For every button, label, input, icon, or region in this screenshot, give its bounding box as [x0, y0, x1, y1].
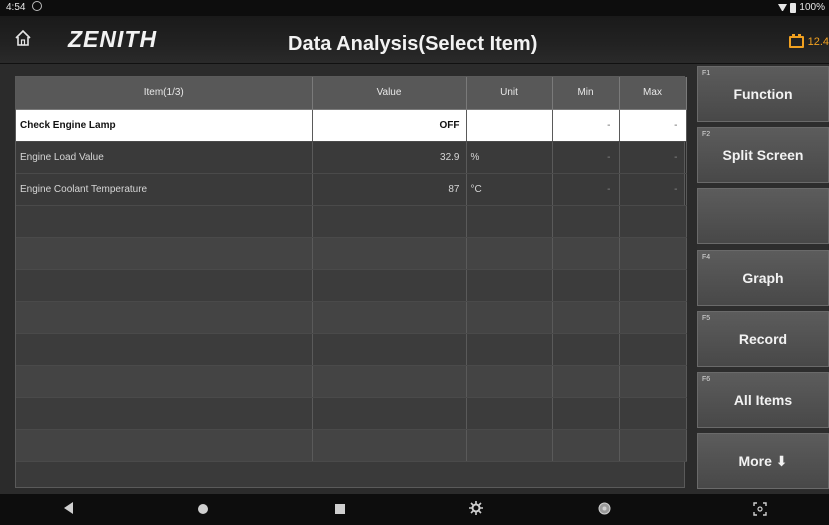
- row-min: -: [552, 141, 620, 174]
- column-header-max[interactable]: Max: [619, 77, 687, 110]
- row-max: -: [619, 173, 687, 206]
- empty-row: [16, 205, 687, 238]
- table-row[interactable]: Check Engine Lamp OFF - -: [16, 109, 687, 142]
- page-title: Data Analysis(Select Item): [288, 33, 538, 55]
- graph-button-label: Graph: [742, 270, 784, 286]
- row-value: 87: [312, 173, 467, 206]
- vehicle-voltage: 12.4: [788, 34, 829, 48]
- battery-icon: [790, 2, 797, 13]
- empty-function-button[interactable]: [697, 188, 829, 244]
- row-item: Check Engine Lamp: [16, 109, 313, 142]
- split-screen-button-label: Split Screen: [722, 147, 804, 163]
- row-unit: °C: [466, 173, 553, 206]
- system-nav-bar: [0, 494, 829, 525]
- brand-logo: ZENITH: [68, 26, 158, 52]
- row-unit: %: [466, 141, 553, 174]
- wifi-icon: [778, 4, 788, 11]
- camera-status-icon: [32, 1, 42, 11]
- row-value: 32.9: [312, 141, 467, 174]
- screen: 4:54 100% ZENITH Data Analysis(Select It…: [0, 0, 829, 525]
- row-value: OFF: [312, 109, 467, 142]
- function-key-label: F1: [702, 70, 711, 77]
- row-max: -: [619, 109, 687, 142]
- function-button-label: Function: [733, 86, 793, 102]
- column-header-min[interactable]: Min: [552, 77, 620, 110]
- status-right: 100%: [778, 2, 825, 13]
- row-unit: [466, 109, 553, 142]
- screenshot-icon[interactable]: [753, 502, 767, 516]
- empty-row: [16, 397, 687, 430]
- status-time: 4:54: [6, 2, 26, 13]
- graph-button[interactable]: F4 Graph: [697, 250, 829, 306]
- empty-row: [16, 333, 687, 366]
- function-key-label: F2: [702, 131, 711, 138]
- function-button[interactable]: F1 Function: [697, 66, 829, 122]
- all-items-button-label: All Items: [733, 392, 793, 408]
- row-min: -: [552, 173, 620, 206]
- record-button[interactable]: F5 Record: [697, 311, 829, 367]
- row-max: -: [619, 141, 687, 174]
- back-icon[interactable]: [64, 502, 73, 514]
- column-header-unit[interactable]: Unit: [466, 77, 553, 110]
- column-header-value[interactable]: Value: [312, 77, 467, 110]
- table-header-row: Item(1/3) Value Unit Min Max: [16, 77, 687, 110]
- browser-icon[interactable]: [598, 502, 611, 515]
- split-screen-button[interactable]: F2 Split Screen: [697, 127, 829, 183]
- record-button-label: Record: [738, 331, 788, 347]
- all-items-button[interactable]: F6 All Items: [697, 372, 829, 428]
- more-button-label: More ⬇: [738, 452, 788, 469]
- function-key-label: F6: [702, 376, 711, 383]
- data-table-container: Item(1/3) Value Unit Min Max Check Engin…: [15, 76, 687, 488]
- function-panel: F1 Function F2 Split Screen F4 Graph F5 …: [697, 64, 829, 490]
- row-min: -: [552, 109, 620, 142]
- recents-icon[interactable]: [335, 504, 345, 514]
- settings-icon[interactable]: [469, 501, 483, 515]
- table-row[interactable]: Engine Coolant Temperature 87 °C - -: [16, 173, 687, 206]
- empty-row: [16, 429, 687, 462]
- row-item: Engine Coolant Temperature: [16, 173, 313, 206]
- function-key-label: F4: [702, 254, 711, 261]
- more-button[interactable]: More ⬇: [697, 433, 829, 489]
- status-bar: 4:54 100%: [0, 0, 829, 16]
- battery-percent: 100%: [799, 2, 825, 13]
- empty-row: [16, 237, 687, 270]
- function-key-label: F5: [702, 315, 711, 322]
- data-table: Item(1/3) Value Unit Min Max Check Engin…: [16, 77, 687, 462]
- empty-row: [16, 269, 687, 302]
- empty-row: [16, 365, 687, 398]
- app-header: ZENITH Data Analysis(Select Item) 12.4: [0, 16, 829, 64]
- row-item: Engine Load Value: [16, 141, 313, 174]
- table-row[interactable]: Engine Load Value 32.9 % - -: [16, 141, 687, 174]
- home-icon[interactable]: [14, 29, 32, 47]
- car-battery-icon: [788, 34, 804, 48]
- voltage-value: 12.4: [807, 36, 829, 48]
- home-circle-icon[interactable]: [198, 504, 208, 514]
- column-header-item[interactable]: Item(1/3): [16, 77, 313, 110]
- empty-row: [16, 301, 687, 334]
